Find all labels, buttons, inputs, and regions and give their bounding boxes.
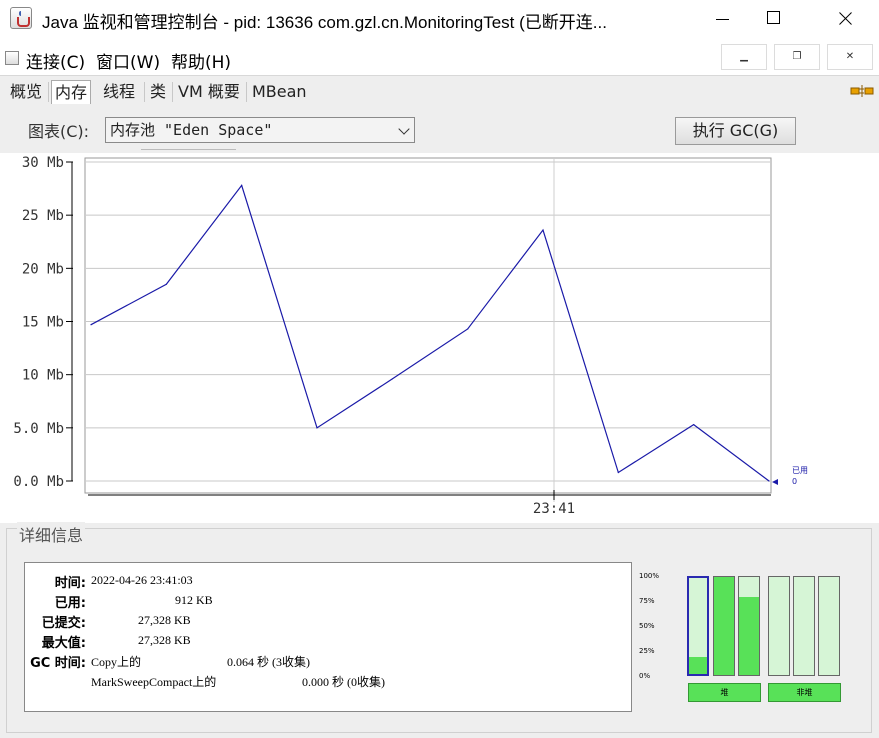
memory-pool-bars: 100% 75% 50% 25% 0% 堆 非堆	[639, 569, 844, 709]
nonheap-pool-bar[interactable]	[793, 576, 815, 676]
tab-threads[interactable]: 线程	[100, 80, 138, 104]
used-label: 已用:	[54, 596, 86, 611]
nonheap-group-label: 非堆	[768, 683, 841, 702]
data-point	[467, 328, 469, 330]
heap-pool-bar-tenured[interactable]	[738, 576, 760, 676]
chevron-down-icon	[398, 123, 410, 135]
heap-group-label: 堆	[688, 683, 761, 702]
window-title: Java 监视和管理控制台 - pid: 13636 com.gzl.cn.Mo…	[42, 13, 607, 32]
data-point	[391, 378, 393, 380]
y-tick-label: 10 Mb	[22, 368, 64, 384]
gc-copy-name: Copy上的	[91, 655, 142, 669]
details-panel: 详细信息 时间: 2022-04-26 23:41:03 已用: 912 KB …	[6, 522, 872, 733]
time-label: 时间:	[54, 576, 86, 591]
tab-mbean[interactable]: MBean	[249, 80, 310, 104]
maximize-button[interactable]	[750, 0, 796, 38]
memory-chart: 30 Mb 25 Mb 20 Mb 15 Mb 10 Mb 5.0 Mb 0.0 Mb 23…	[13, 155, 808, 517]
memory-panel: 图表(C): 内存池 "Eden Space" 执行 GC(G) 30 Mb 25…	[0, 105, 879, 738]
data-point	[90, 324, 92, 326]
y-tick-label: 30 Mb	[22, 155, 64, 171]
title-bar: Java 监视和管理控制台 - pid: 13636 com.gzl.cn.Mo…	[0, 0, 879, 38]
connection-status-icon[interactable]	[850, 84, 874, 98]
data-point	[165, 283, 167, 285]
time-value: 2022-04-26 23:41:03	[91, 573, 193, 587]
details-title: 详细信息	[17, 522, 86, 546]
chart-selector[interactable]: 内存池 "Eden Space"	[105, 117, 415, 143]
details-box: 时间: 2022-04-26 23:41:03 已用: 912 KB 已提交: …	[24, 562, 632, 712]
gc-copy-time: 0.064 秒 (3收集)	[227, 655, 310, 669]
tab-vm-summary[interactable]: VM 概要	[175, 80, 243, 104]
java-coffee-icon	[10, 7, 32, 29]
committed-value: 27,328 KB	[138, 613, 191, 627]
menu-window[interactable]: 窗口(W)	[96, 48, 160, 73]
nonheap-pool-bar[interactable]	[768, 576, 790, 676]
internal-restore-button[interactable]: ❐	[774, 44, 820, 70]
tab-separator	[172, 82, 173, 102]
tab-overview[interactable]: 概览	[7, 80, 45, 104]
max-value: 27,328 KB	[138, 633, 191, 647]
legend-label: 已用	[792, 466, 808, 475]
y-axis: 30 Mb 25 Mb 20 Mb 15 Mb 10 Mb 5.0 Mb 0.0 Mb	[13, 155, 73, 490]
gc-marksweep-name: MarkSweepCompact上的	[91, 675, 217, 689]
chart-selector-value: 内存池 "Eden Space"	[110, 121, 273, 139]
data-point	[542, 229, 544, 231]
percent-label: 50%	[639, 622, 655, 630]
y-tick-label: 0.0 Mb	[13, 474, 64, 490]
internal-minimize-button[interactable]: ▁	[721, 44, 767, 70]
heap-pool-bar-eden[interactable]	[687, 576, 709, 676]
y-tick-label: 5.0 Mb	[13, 421, 64, 437]
menu-bar: 连接(C) 窗口(W) 帮助(H) ▁ ❐ ✕	[0, 42, 879, 74]
menu-connect[interactable]: 连接(C)	[26, 48, 85, 73]
close-button[interactable]	[821, 0, 867, 38]
data-point	[768, 480, 770, 482]
y-tick-label: 15 Mb	[22, 315, 64, 331]
committed-label: 已提交:	[41, 616, 86, 631]
y-tick-label: 25 Mb	[22, 208, 64, 224]
percent-label: 75%	[639, 597, 655, 605]
max-label: 最大值:	[41, 636, 86, 651]
current-value-marker-icon	[772, 479, 778, 485]
x-tick-label: 23:41	[533, 501, 575, 517]
percent-label: 0%	[639, 672, 651, 680]
data-point	[241, 184, 243, 186]
window-menu-icon[interactable]	[5, 51, 19, 65]
tab-bar: 概览 内存 线程 类 VM 概要 MBean	[0, 75, 879, 106]
data-point	[693, 424, 695, 426]
tab-separator	[246, 82, 247, 102]
tab-memory[interactable]: 内存	[51, 80, 92, 104]
data-point	[316, 427, 318, 429]
legend-value: 0	[792, 477, 797, 486]
tab-separator	[48, 82, 49, 102]
divider	[141, 149, 236, 150]
tab-separator	[144, 82, 145, 102]
perform-gc-button[interactable]: 执行 GC(G)	[675, 117, 796, 145]
heap-pool-bar-survivor[interactable]	[713, 576, 735, 676]
gc-time-label: GC 时间:	[30, 656, 86, 671]
minimize-button[interactable]	[699, 0, 745, 38]
chart-label: 图表(C):	[28, 122, 90, 141]
percent-label: 25%	[639, 647, 655, 655]
tab-classes[interactable]: 类	[147, 80, 169, 104]
internal-close-button[interactable]: ✕	[827, 44, 873, 70]
plot-area	[84, 157, 772, 494]
menu-help[interactable]: 帮助(H)	[171, 48, 231, 73]
used-value: 912 KB	[175, 593, 213, 607]
percent-label: 100%	[639, 572, 660, 580]
data-point	[617, 471, 619, 474]
nonheap-pool-bar[interactable]	[818, 576, 840, 676]
gc-marksweep-time: 0.000 秒 (0收集)	[302, 675, 385, 689]
y-tick-label: 20 Mb	[22, 261, 64, 277]
